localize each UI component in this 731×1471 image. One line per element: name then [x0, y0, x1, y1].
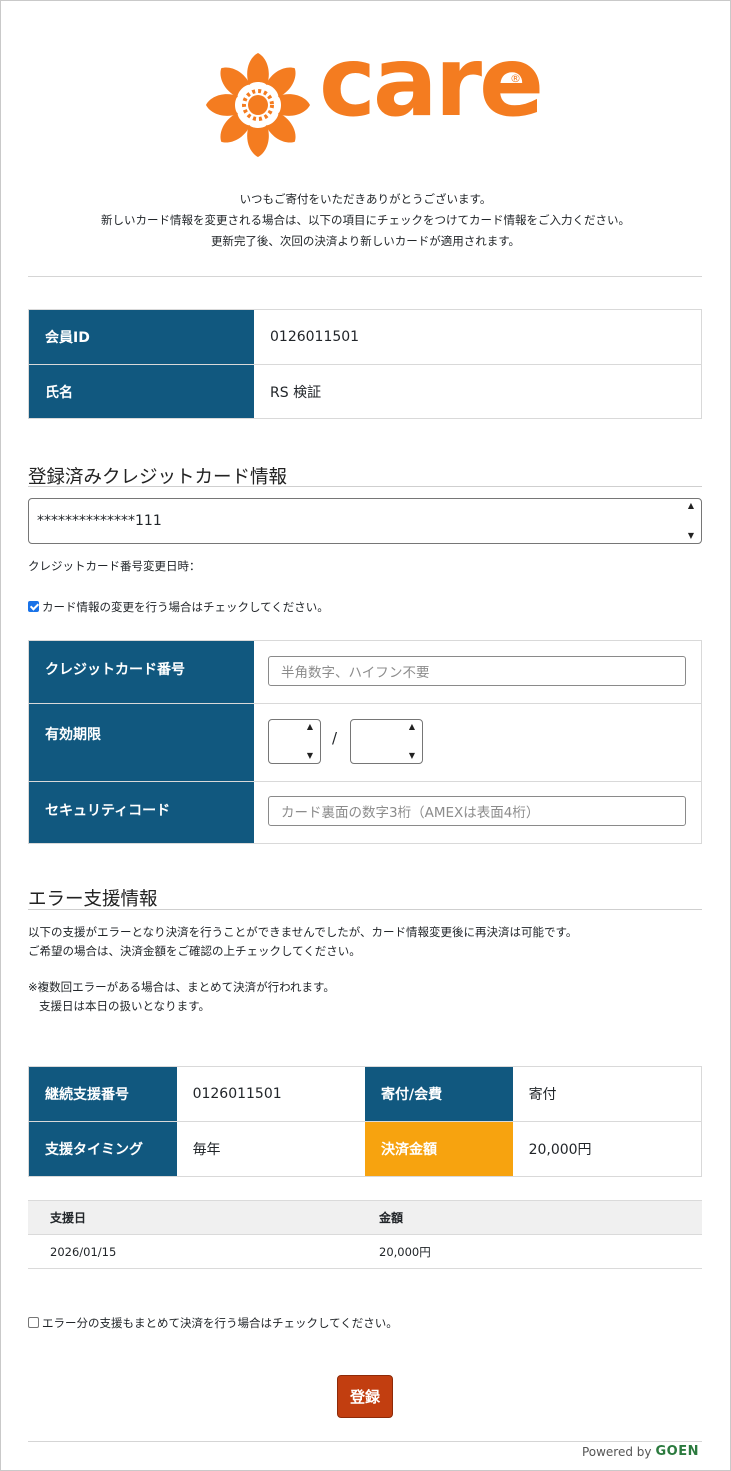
year-spinner-icon: ▲ ▼ [408, 722, 416, 760]
support-number-value: 0126011501 [192, 1086, 282, 1102]
member-info-table: 会員ID 0126011501 氏名 RS 検証 [28, 309, 702, 419]
section-underline [28, 909, 702, 910]
intro-text: いつもご寄付をいただきありがとうございます。 新しいカード情報を変更される場合は… [0, 189, 731, 252]
error-section-title: エラー支援情報 [28, 889, 158, 910]
card-number-placeholder: 半角数字、ハイフン不要 [281, 665, 430, 681]
payment-amount-label: 決済金額 [365, 1122, 513, 1176]
care-emblem-icon [206, 53, 310, 157]
registered-card-value: **************111 [37, 513, 162, 529]
goen-logo: GOEN [655, 1444, 699, 1459]
donation-type-value: 寄付 [528, 1087, 557, 1103]
cvc-input[interactable]: カード裏面の数字3桁（AMEXは表面4桁） [268, 796, 686, 826]
support-history-table: 支援日 金額 2026/01/15 20,000円 [28, 1200, 702, 1269]
error-note: ※複数回エラーがある場合は、まとめて決済が行われます。 支援日は本日の扱いとなり… [28, 978, 335, 1016]
cvc-placeholder: カード裏面の数字3桁（AMEXは表面4桁） [281, 805, 540, 821]
history-col-amount: 金額 [379, 1211, 404, 1225]
error-note-line-1: ※複数回エラーがある場合は、まとめて決済が行われます。 [28, 980, 335, 994]
expiry-year-select[interactable]: ▲ ▼ [350, 719, 423, 764]
change-card-checkbox-label: カード情報の変更を行う場合はチェックしてください。 [42, 600, 329, 614]
payment-row-2: 支援タイミング 毎年 決済金額 20,000円 [29, 1121, 701, 1176]
support-timing-value: 毎年 [192, 1142, 221, 1158]
expiry-label: 有効期限 [29, 704, 254, 781]
month-spinner-icon: ▲ ▼ [306, 722, 314, 760]
section-underline [28, 486, 702, 487]
care-logo-text: care [319, 26, 544, 138]
error-description: 以下の支援がエラーとなり決済を行うことができませんでしたが、カード情報変更後に再… [28, 923, 577, 961]
support-timing-label: 支援タイミング [29, 1122, 177, 1176]
error-desc-line-2: ご希望の場合は、決済金額をご確認の上チェックしてください。 [28, 944, 361, 958]
table-row: 2026/01/15 20,000円 [28, 1235, 702, 1269]
member-id-row: 会員ID 0126011501 [29, 310, 701, 364]
history-amount: 20,000円 [379, 1244, 431, 1259]
card-number-label: クレジットカード番号 [29, 641, 254, 703]
member-name-label: 氏名 [29, 365, 254, 418]
register-button[interactable]: 登録 [337, 1375, 393, 1418]
member-id-label: 会員ID [29, 310, 254, 364]
error-checkbox-label: エラー分の支援もまとめて決済を行う場合はチェックしてください。 [42, 1316, 398, 1330]
history-header-row: 支援日 金額 [28, 1200, 702, 1235]
support-number-label: 継続支援番号 [29, 1067, 177, 1121]
select-spinner-icon: ▲ ▼ [687, 501, 695, 540]
expiry-cell [254, 704, 701, 781]
payment-info-table: 継続支援番号 0126011501 寄付/会費 寄付 支援タイミング 毎年 決済… [28, 1066, 702, 1177]
care-logo: care ® [203, 34, 544, 158]
card-change-date-label: クレジットカード番号変更日時： [28, 559, 201, 573]
powered-by-text: Powered by [581, 1444, 652, 1459]
expiry-month-select[interactable]: ▲ ▼ [268, 719, 321, 764]
history-col-date: 支援日 [50, 1211, 87, 1225]
expiry-separator: / [332, 729, 338, 747]
payment-amount-value: 20,000円 [528, 1142, 592, 1158]
change-card-checkbox-row[interactable]: カード情報の変更を行う場合はチェックしてください。 [28, 599, 329, 615]
registered-mark: ® [510, 72, 521, 85]
divider [28, 276, 702, 277]
change-card-checkbox[interactable] [28, 601, 39, 612]
member-id-value: 0126011501 [270, 329, 360, 345]
intro-line-1: いつもご寄付をいただきありがとうございます。 [239, 192, 492, 206]
cvc-label: セキュリティコード [29, 782, 254, 843]
donation-type-label: 寄付/会費 [365, 1067, 513, 1121]
card-number-input[interactable]: 半角数字、ハイフン不要 [268, 656, 686, 686]
member-name-value: RS 検証 [270, 384, 322, 401]
footer-divider [28, 1441, 702, 1442]
payment-row-1: 継続支援番号 0126011501 寄付/会費 寄付 [29, 1067, 701, 1121]
member-name-row: 氏名 RS 検証 [29, 364, 701, 418]
error-note-line-2: 支援日は本日の扱いとなります。 [39, 999, 211, 1013]
error-checkbox-row[interactable]: エラー分の支援もまとめて決済を行う場合はチェックしてください。 [28, 1315, 398, 1331]
powered-by: Powered by GOEN [582, 1444, 699, 1459]
history-date: 2026/01/15 [50, 1244, 117, 1259]
intro-line-2: 新しいカード情報を変更される場合は、以下の項目にチェックをつけてカード情報をご入… [101, 213, 630, 227]
error-payment-checkbox[interactable] [28, 1317, 39, 1328]
error-desc-line-1: 以下の支援がエラーとなり決済を行うことができませんでしたが、カード情報変更後に再… [28, 925, 578, 939]
registered-card-select[interactable]: **************111 ▲ ▼ [28, 498, 702, 544]
intro-line-3: 更新完了後、次回の決済より新しいカードが適用されます。 [210, 234, 521, 248]
